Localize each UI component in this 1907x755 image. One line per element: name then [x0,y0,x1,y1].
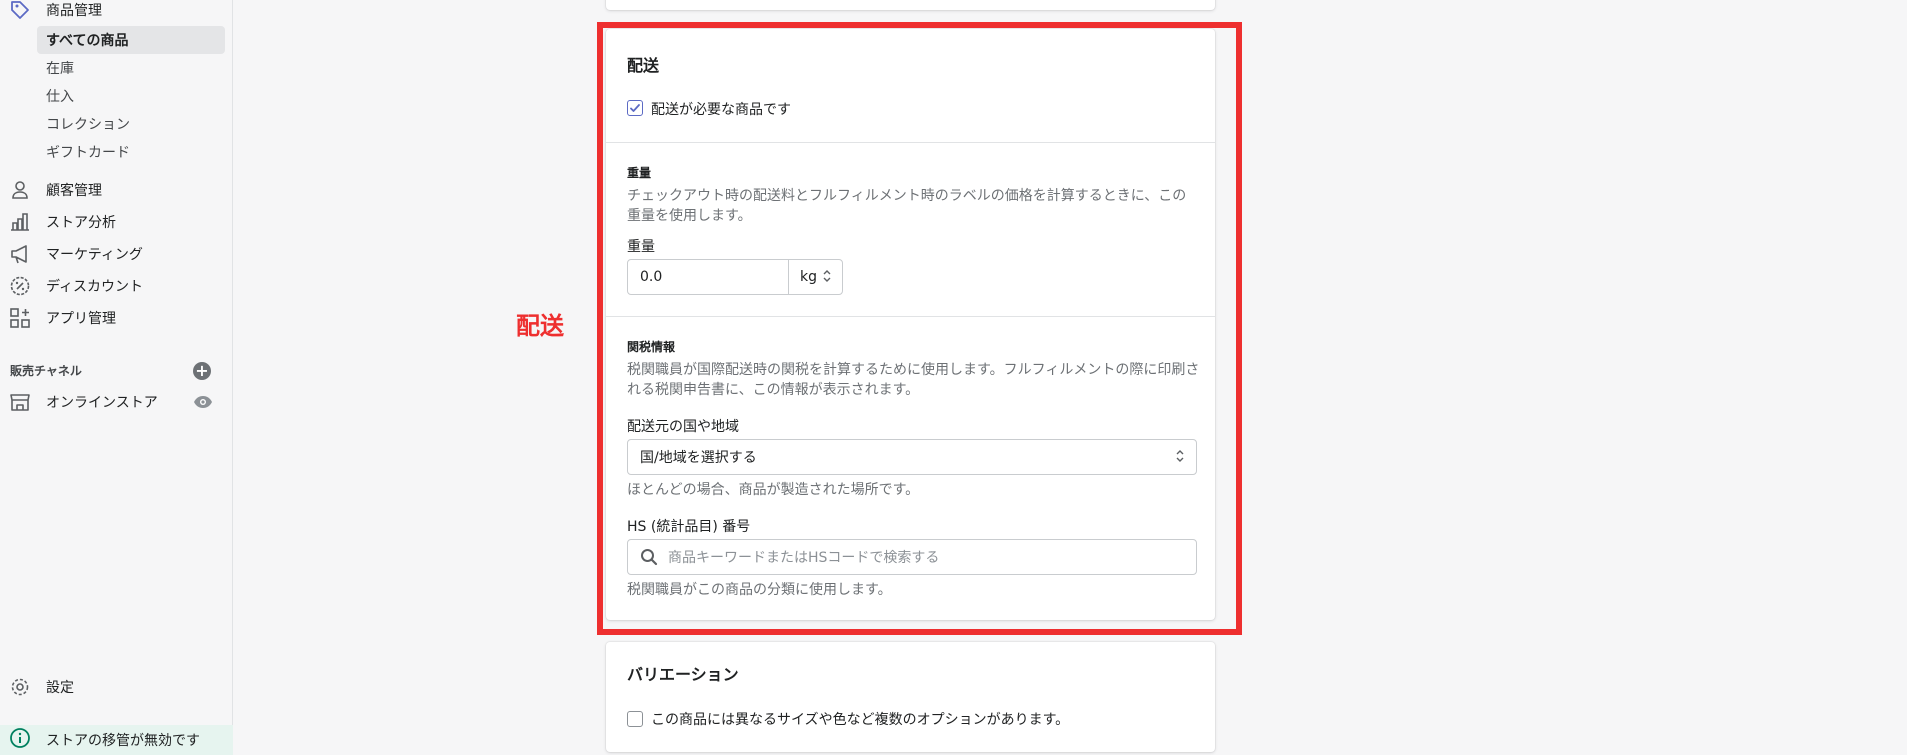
sidebar-item-marketing[interactable]: マーケティング [0,240,233,268]
sidebar-subitem-inventory[interactable]: 在庫 [37,54,225,82]
sidebar-item-label: マーケティング [46,247,143,263]
sidebar-item-label: ディスカウント [46,279,144,295]
notice-text: ストアの移管が無効です [46,733,200,749]
apps-icon [9,307,31,329]
bar-chart-icon [9,211,31,233]
sidebar-item-label: オンラインストア [46,395,158,411]
sidebar-subitem-gift-cards[interactable]: ギフトカード [37,138,225,166]
sidebar-item-label: アプリ管理 [46,311,116,327]
store-transfer-notice: ストアの移管が無効です [0,725,233,755]
info-icon [9,727,31,753]
store-icon [9,391,31,413]
variants-title: バリエーション [627,665,739,684]
megaphone-icon [9,243,31,265]
discount-icon [9,275,31,297]
sidebar-item-analytics[interactable]: ストア分析 [0,208,233,236]
annotation-label: 配送 [516,312,564,340]
annotation-highlight-box [597,22,1242,635]
person-icon [9,179,31,201]
sidebar: 商品管理 すべての商品 在庫 仕入 コレクション ギフトカード 顧客管理 ストア… [0,0,233,755]
previous-card [606,0,1215,10]
sidebar-item-settings[interactable]: 設定 [0,673,233,701]
multiple-options-checkbox[interactable] [627,711,643,727]
tag-icon [9,0,31,21]
sidebar-item-label: ストア分析 [46,215,116,231]
eye-icon[interactable] [193,395,213,413]
sidebar-item-label: 商品管理 [46,3,102,19]
sidebar-item-label: 設定 [46,680,74,696]
multiple-options-label: この商品には異なるサイズや色など複数のオプションがあります。 [651,712,1070,728]
sidebar-subitem-collections[interactable]: コレクション [37,110,225,138]
sidebar-item-discounts[interactable]: ディスカウント [0,272,233,300]
sidebar-subitem-transfers[interactable]: 仕入 [37,82,225,110]
add-sales-channel-icon[interactable]: + [193,362,211,380]
sales-channels-heading: 販売チャネル [10,364,82,378]
sidebar-item-label: 顧客管理 [46,183,102,199]
sidebar-item-products[interactable]: 商品管理 [0,0,233,24]
gear-icon [9,676,31,698]
sidebar-item-customers[interactable]: 顧客管理 [0,176,233,204]
sidebar-subitem-all-products[interactable]: すべての商品 [37,26,225,54]
variants-card: バリエーション この商品には異なるサイズや色など複数のオプションがあります。 [606,642,1215,752]
sidebar-item-apps[interactable]: アプリ管理 [0,304,233,332]
